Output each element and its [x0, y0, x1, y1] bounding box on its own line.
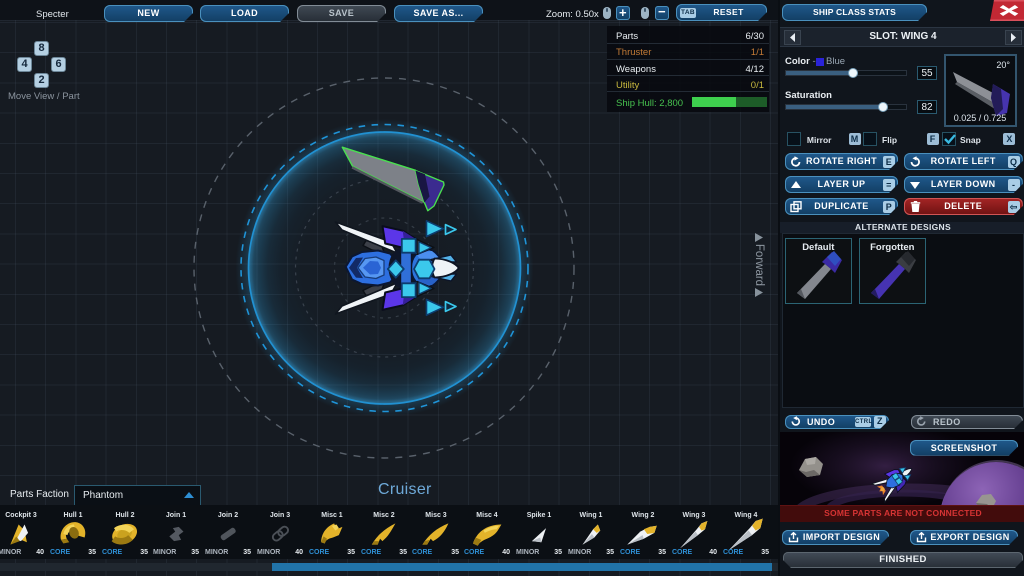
svg-text:Forward: Forward: [753, 244, 765, 286]
